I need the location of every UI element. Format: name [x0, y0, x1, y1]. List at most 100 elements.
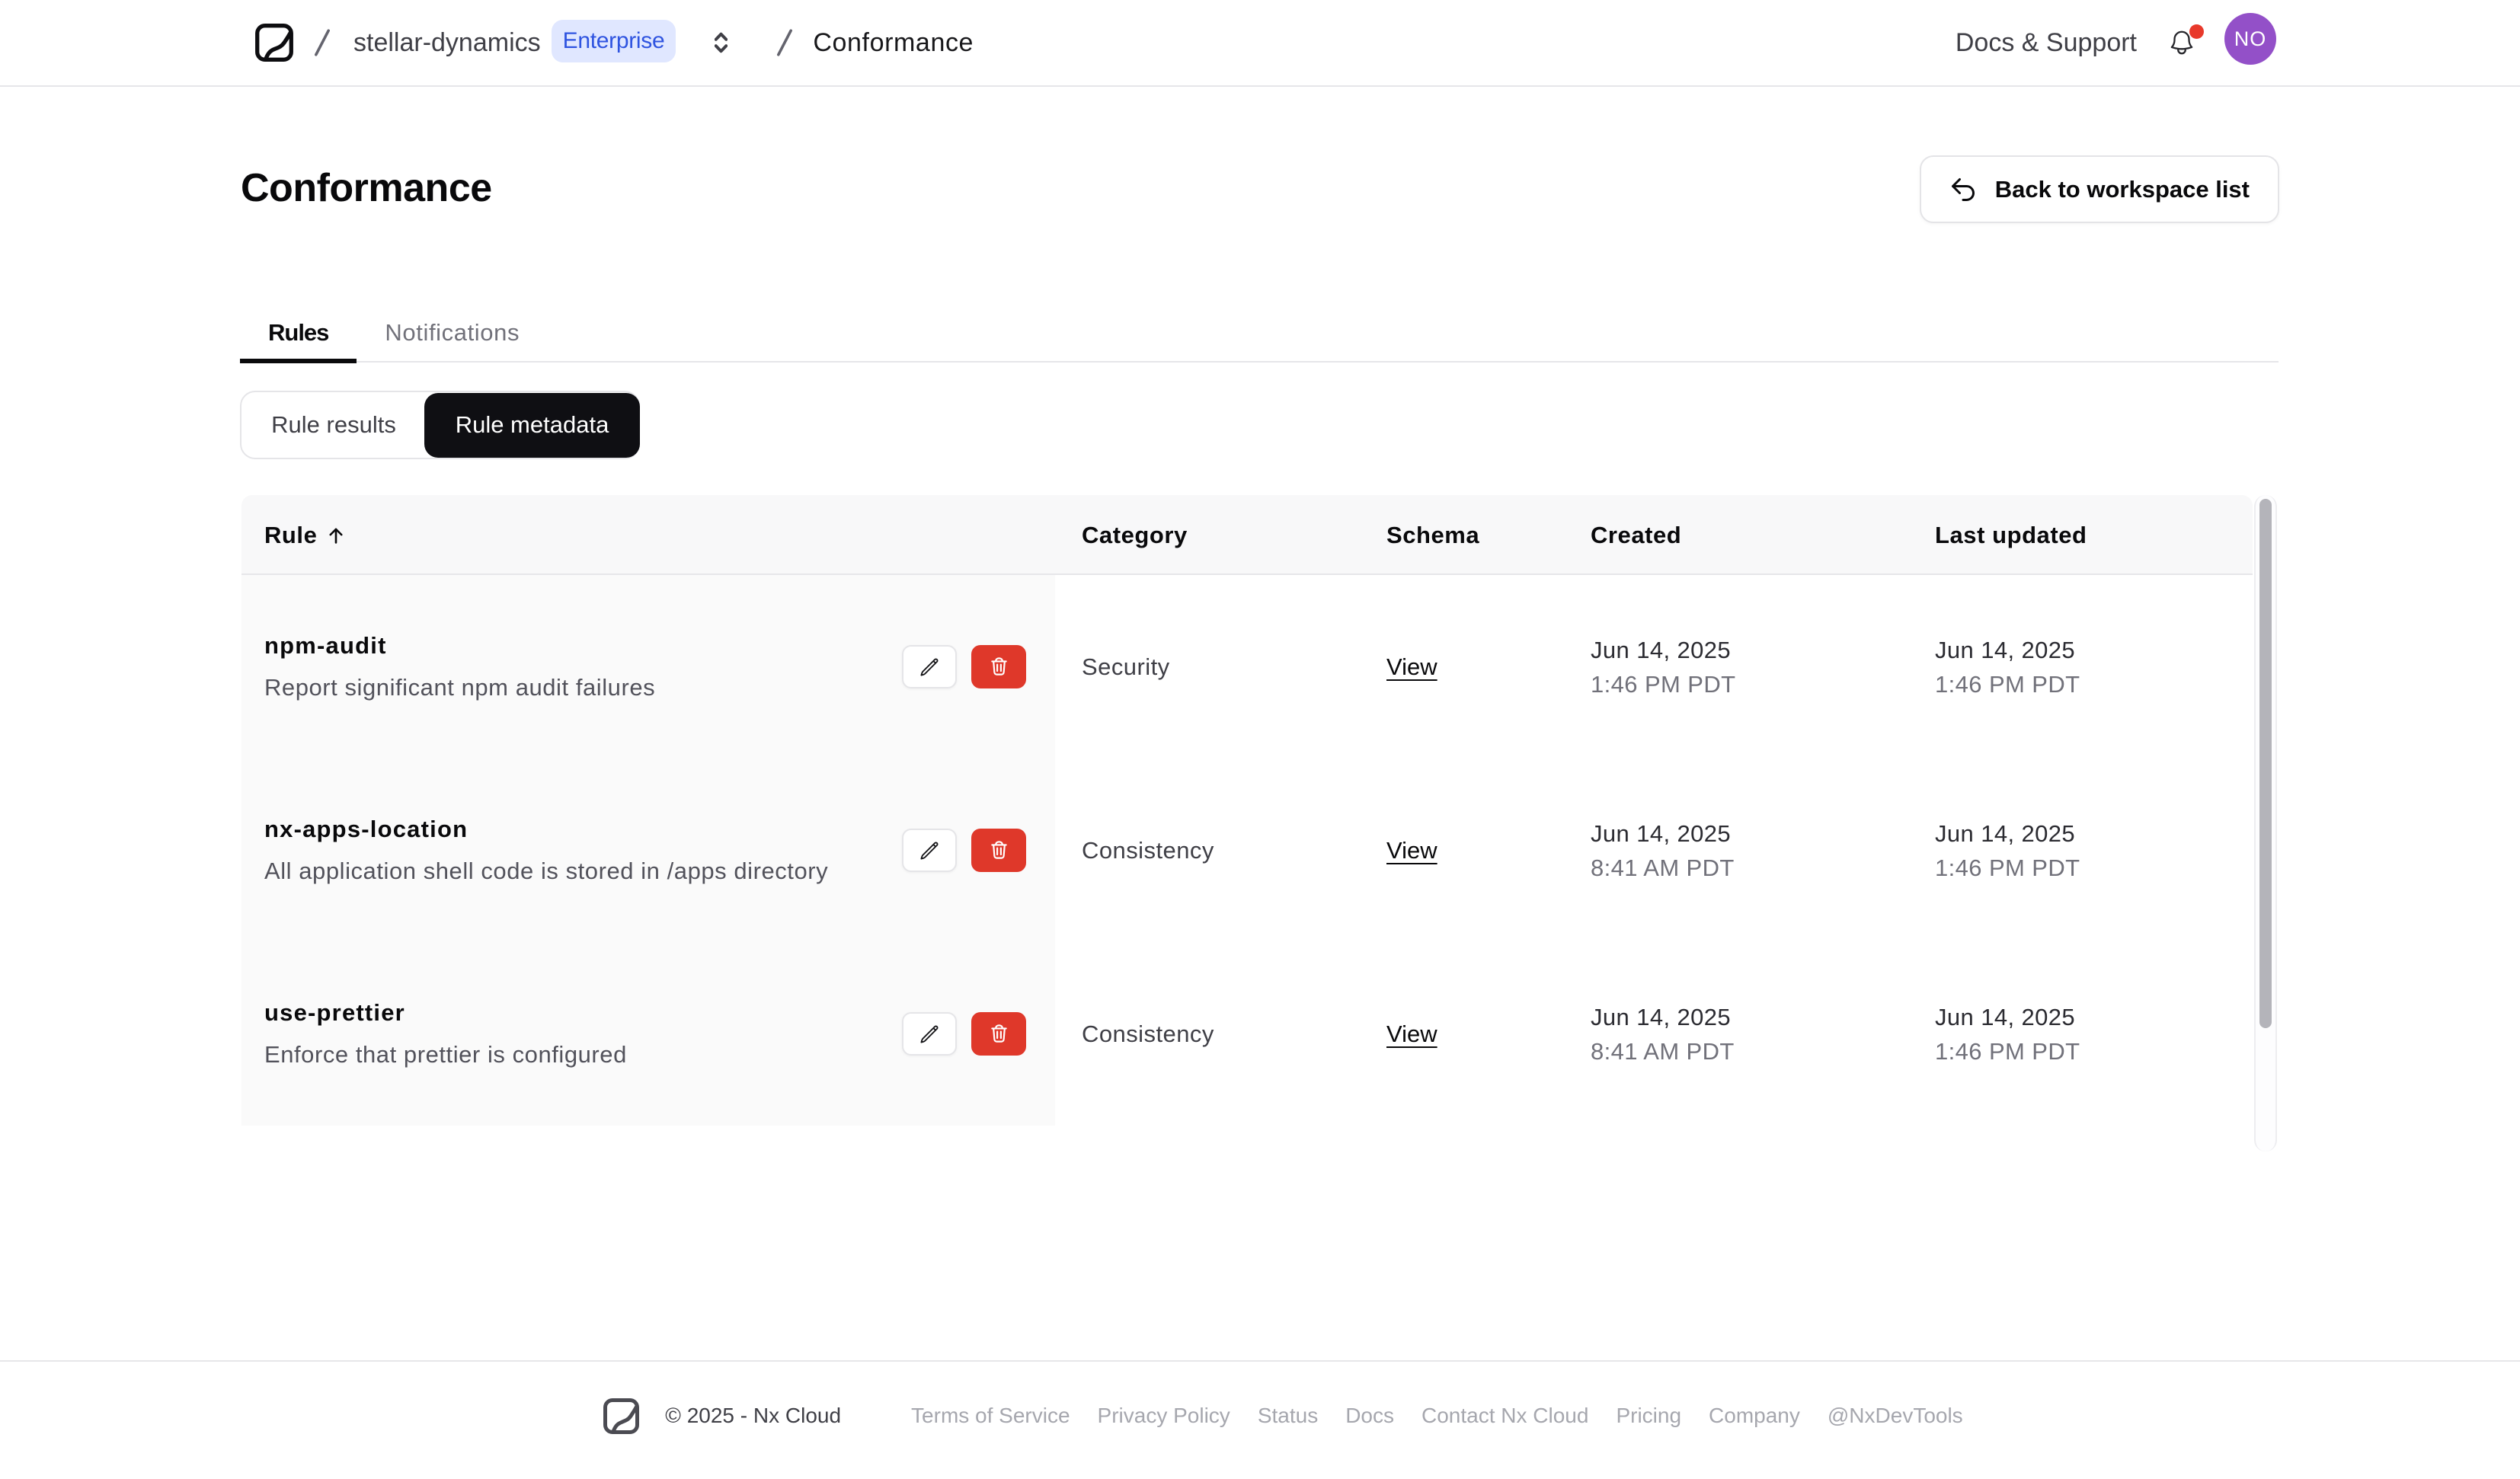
breadcrumb-separator — [777, 29, 793, 56]
footer-link-privacy[interactable]: Privacy Policy — [1098, 1404, 1230, 1428]
column-header-last-updated[interactable]: Last updated — [1935, 522, 2253, 549]
schema-cell: View — [1386, 759, 1591, 942]
pencil-icon — [920, 1025, 939, 1043]
rule-cell-container: npm-audit Report significant npm audit f… — [241, 575, 1055, 759]
created-time: 8:41 AM PDT — [1591, 854, 1735, 881]
delete-rule-button[interactable] — [971, 829, 1026, 872]
edit-rule-button[interactable] — [902, 1012, 957, 1056]
created-cell: Jun 14, 2025 8:41 AM PDT — [1591, 942, 1935, 1126]
column-header-schema[interactable]: Schema — [1386, 522, 1591, 549]
rule-cell: npm-audit Report significant npm audit f… — [264, 632, 902, 701]
rule-description: Enforce that prettier is configured — [264, 1041, 627, 1068]
tab-rules[interactable]: Rules — [240, 311, 357, 363]
rule-description: Report significant npm audit failures — [264, 674, 656, 701]
breadcrumb-current-page: Conformance — [813, 27, 974, 57]
footer-link-docs[interactable]: Docs — [1345, 1404, 1394, 1428]
notifications-button[interactable] — [2167, 24, 2204, 57]
edit-rule-button[interactable] — [902, 829, 957, 872]
schema-view-link[interactable]: View — [1386, 1021, 1437, 1048]
schema-cell: View — [1386, 942, 1591, 1126]
footer-link-company[interactable]: Company — [1709, 1404, 1800, 1428]
row-actions — [902, 829, 1026, 872]
table-row: nx-apps-location All application shell c… — [241, 759, 2253, 942]
nx-cloud-logo-icon[interactable] — [254, 23, 294, 62]
delete-rule-button[interactable] — [971, 645, 1026, 688]
trash-icon — [990, 1024, 1007, 1043]
table-scrollbar[interactable] — [2254, 495, 2277, 1152]
tab-notifications[interactable]: Notifications — [357, 311, 548, 361]
rule-cell: nx-apps-location All application shell c… — [264, 816, 902, 885]
delete-rule-button[interactable] — [971, 1012, 1026, 1056]
created-date: Jun 14, 2025 — [1591, 819, 1732, 847]
rule-cell-container: nx-apps-location All application shell c… — [241, 759, 1055, 942]
updated-date: Jun 14, 2025 — [1935, 636, 2076, 663]
footer-link-terms[interactable]: Terms of Service — [911, 1404, 1070, 1428]
updated-time: 1:46 PM PDT — [1935, 670, 2080, 698]
created-time: 8:41 AM PDT — [1591, 1037, 1735, 1065]
category-cell: Consistency — [1055, 942, 1386, 1126]
scrollbar-thumb[interactable] — [2259, 499, 2272, 1028]
footer-link-contact[interactable]: Contact Nx Cloud — [1421, 1404, 1588, 1428]
breadcrumb: stellar-dynamics Enterprise Conformance — [254, 20, 974, 62]
toggle-rule-metadata[interactable]: Rule metadata — [424, 392, 640, 458]
breadcrumb-separator — [315, 29, 330, 56]
trash-icon — [990, 657, 1007, 676]
updated-time: 1:46 PM PDT — [1935, 1037, 2080, 1065]
nx-cloud-footer-logo-icon — [603, 1398, 640, 1434]
updated-cell: Jun 14, 2025 1:46 PM PDT — [1935, 575, 2253, 759]
footer-link-twitter[interactable]: @NxDevTools — [1828, 1404, 1963, 1428]
column-header-created[interactable]: Created — [1591, 522, 1935, 549]
workspace-name[interactable]: stellar-dynamics — [353, 28, 541, 58]
workspace-switcher-icon[interactable] — [715, 32, 728, 53]
created-time: 1:46 PM PDT — [1591, 670, 1736, 698]
category-cell: Security — [1055, 575, 1386, 759]
footer: © 2025 - Nx Cloud Terms of Service Priva… — [0, 1360, 2520, 1479]
schema-view-link[interactable]: View — [1386, 653, 1437, 681]
category-cell: Consistency — [1055, 759, 1386, 942]
row-actions — [902, 645, 1026, 688]
notification-dot — [2189, 24, 2204, 39]
copyright: © 2025 - Nx Cloud — [665, 1404, 842, 1427]
footer-link-status[interactable]: Status — [1258, 1404, 1318, 1428]
rules-table: Rule Category Schema Created Last update… — [241, 495, 2253, 1152]
rule-category: Consistency — [1082, 1020, 1214, 1047]
sort-ascending-icon — [329, 528, 343, 544]
footer-links: Terms of Service Privacy Policy Status D… — [911, 1404, 1963, 1428]
column-header-category[interactable]: Category — [1055, 522, 1386, 549]
created-date: Jun 14, 2025 — [1591, 1003, 1732, 1030]
schema-cell: View — [1386, 575, 1591, 759]
updated-date: Jun 14, 2025 — [1935, 819, 2076, 847]
back-button-label: Back to workspace list — [1994, 175, 2250, 203]
created-cell: Jun 14, 2025 8:41 AM PDT — [1591, 759, 1935, 942]
avatar[interactable]: NO — [2224, 13, 2276, 65]
toggle-rule-results[interactable]: Rule results — [241, 392, 426, 458]
updated-cell: Jun 14, 2025 1:46 PM PDT — [1935, 759, 2253, 942]
pencil-icon — [920, 658, 939, 676]
edit-rule-button[interactable] — [902, 645, 957, 688]
table-row: use-prettier Enforce that prettier is co… — [241, 942, 2253, 1126]
tab-bar: Rules Notifications — [240, 311, 2279, 363]
column-header-rule[interactable]: Rule — [241, 522, 1055, 549]
schema-view-link[interactable]: View — [1386, 837, 1437, 864]
view-toggle: Rule results Rule metadata — [240, 391, 640, 459]
rule-cell-container: use-prettier Enforce that prettier is co… — [241, 942, 1055, 1126]
page-title: Conformance — [241, 166, 492, 210]
updated-cell: Jun 14, 2025 1:46 PM PDT — [1935, 942, 2253, 1126]
back-to-workspace-list-button[interactable]: Back to workspace list — [1919, 155, 2279, 223]
updated-time: 1:46 PM PDT — [1935, 854, 2080, 881]
created-cell: Jun 14, 2025 1:46 PM PDT — [1591, 575, 1935, 759]
rule-cell: use-prettier Enforce that prettier is co… — [264, 999, 902, 1069]
back-arrow-icon — [1951, 177, 1975, 201]
table-row: npm-audit Report significant npm audit f… — [241, 575, 2253, 759]
footer-link-pricing[interactable]: Pricing — [1616, 1404, 1681, 1428]
updated-date: Jun 14, 2025 — [1935, 1003, 2076, 1030]
rule-name: npm-audit — [264, 632, 387, 659]
table-header-row: Rule Category Schema Created Last update… — [241, 495, 2253, 575]
top-nav: stellar-dynamics Enterprise Conformance … — [0, 0, 2520, 87]
docs-support-link[interactable]: Docs & Support — [1956, 28, 2137, 58]
rule-category: Security — [1082, 653, 1170, 680]
rule-name: nx-apps-location — [264, 816, 469, 842]
row-actions — [902, 1012, 1026, 1056]
rule-category: Consistency — [1082, 836, 1214, 864]
pencil-icon — [920, 842, 939, 859]
